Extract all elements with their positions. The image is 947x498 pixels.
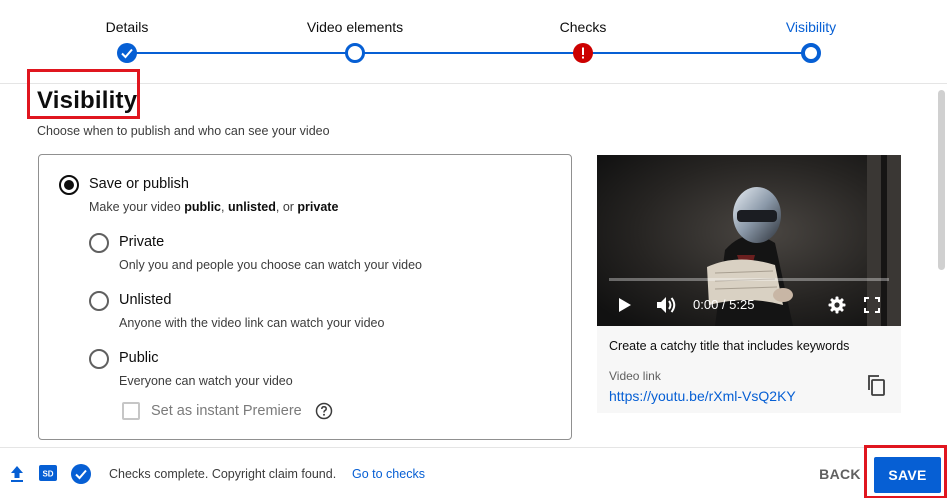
visibility-options-panel: Save or publish Make your video public, … xyxy=(38,154,572,440)
help-icon[interactable] xyxy=(315,402,333,420)
upload-icon[interactable] xyxy=(9,465,25,483)
step-details-label: Details xyxy=(105,19,149,35)
checkmark-icon xyxy=(117,43,137,63)
instant-premiere-label: Set as instant Premiere xyxy=(151,403,302,419)
save-or-publish-desc: Make your video public, unlisted, or pri… xyxy=(89,200,339,214)
video-time: 0:00 / 5:25 xyxy=(693,297,755,312)
step-video-elements-label: Video elements xyxy=(306,19,404,35)
unlisted-label: Unlisted xyxy=(119,292,172,308)
fullscreen-icon[interactable] xyxy=(864,297,880,313)
checks-status: Checks complete. Copyright claim found. xyxy=(109,467,337,481)
private-radio[interactable] xyxy=(89,233,109,253)
private-label: Private xyxy=(119,234,165,250)
gear-icon[interactable] xyxy=(828,296,846,314)
private-desc: Only you and people you choose can watch… xyxy=(119,258,422,272)
save-or-publish-label: Save or publish xyxy=(89,176,189,192)
step-checks[interactable]: Checks xyxy=(503,0,663,84)
step-visibility[interactable]: Visibility xyxy=(731,0,891,84)
scrollbar-thumb[interactable] xyxy=(938,90,945,270)
instant-premiere-checkbox[interactable] xyxy=(122,402,140,420)
go-to-checks-link[interactable]: Go to checks xyxy=(352,467,425,481)
step-visibility-label: Visibility xyxy=(785,19,837,35)
page-title: Visibility xyxy=(37,87,138,114)
step-video-elements[interactable]: Video elements xyxy=(275,0,435,84)
play-icon[interactable] xyxy=(617,296,633,314)
video-link[interactable]: https://youtu.be/rXml-VsQ2KY xyxy=(609,388,796,404)
public-radio[interactable] xyxy=(89,349,109,369)
stepper-track xyxy=(127,52,811,54)
hd-icon[interactable]: SD xyxy=(39,465,57,481)
footer-bar: SD Checks complete. Copyright claim foun… xyxy=(0,445,947,498)
video-link-label: Video link xyxy=(609,369,661,383)
step-active-dot xyxy=(801,43,821,63)
step-checks-label: Checks xyxy=(559,19,607,35)
save-or-publish-radio[interactable] xyxy=(59,175,79,195)
public-desc: Everyone can watch your video xyxy=(119,374,293,388)
volume-icon[interactable] xyxy=(655,295,679,315)
save-button[interactable]: SAVE xyxy=(874,457,941,493)
svg-text:SD: SD xyxy=(42,470,53,479)
step-open-dot xyxy=(345,43,365,63)
public-label: Public xyxy=(119,350,159,366)
video-progress-bar[interactable] xyxy=(609,278,889,281)
upload-stepper: Details Video elements Checks Visibility xyxy=(0,0,947,84)
check-circle-icon[interactable] xyxy=(70,463,92,485)
unlisted-radio[interactable] xyxy=(89,291,109,311)
video-preview-card: 0:00 / 5:25 Create a catchy title that i… xyxy=(597,155,901,413)
back-button[interactable]: BACK xyxy=(814,459,866,489)
unlisted-desc: Anyone with the video link can watch you… xyxy=(119,316,385,330)
copy-icon[interactable] xyxy=(865,374,887,396)
page-subtitle: Choose when to publish and who can see y… xyxy=(37,124,330,138)
title-hint: Create a catchy title that includes keyw… xyxy=(609,339,850,353)
video-player[interactable]: 0:00 / 5:25 xyxy=(597,155,901,326)
exclamation-icon xyxy=(573,43,593,63)
